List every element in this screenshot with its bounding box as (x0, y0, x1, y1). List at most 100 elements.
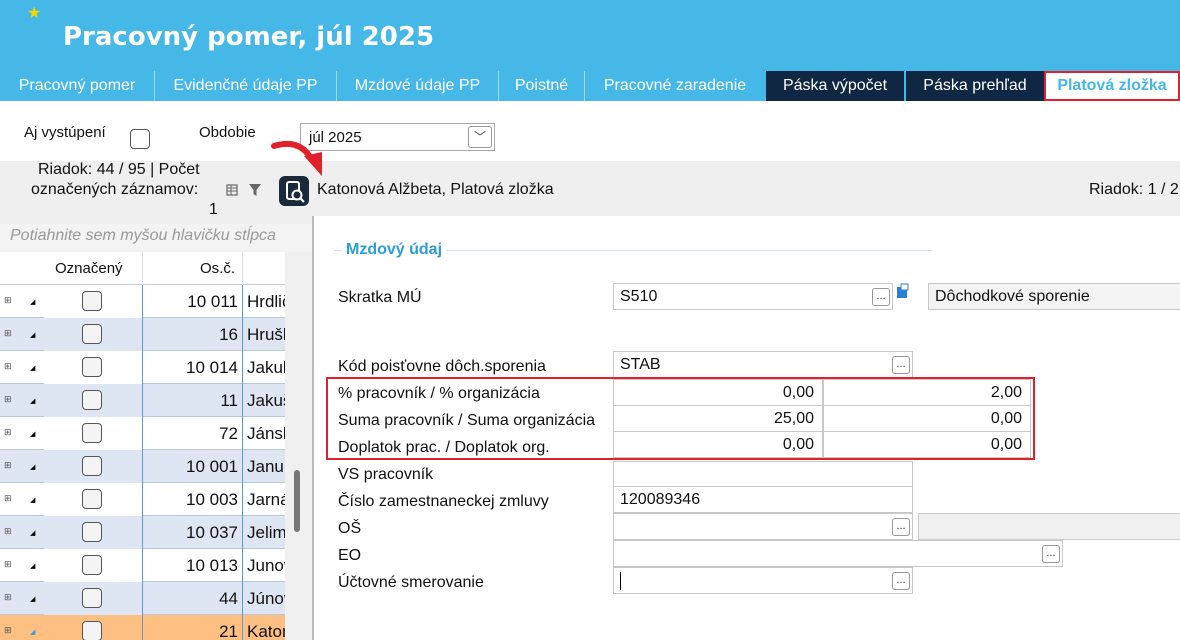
expand-icon[interactable]: ⊞ (4, 296, 14, 306)
row-indicator-icon: ◢ (30, 398, 36, 405)
eo-input[interactable] (613, 540, 1063, 567)
grid-scrollbar[interactable] (285, 252, 312, 640)
skratka-lookup-button[interactable]: ... (872, 288, 890, 306)
tab-poistne[interactable]: Poistné (499, 71, 585, 101)
row-osc: 44 (219, 589, 238, 608)
row-osc: 10 014 (186, 358, 238, 377)
detail-header: Katonová Alžbeta, Platová zložka Riadok:… (312, 161, 1180, 216)
aj-vystupeni-checkbox[interactable] (130, 129, 150, 149)
row-indicator-icon: ◢ (30, 299, 36, 306)
row-checkbox[interactable] (82, 489, 102, 509)
eo-lookup-button[interactable]: ... (1042, 545, 1060, 563)
row-checkbox[interactable] (82, 588, 102, 608)
row-osc: 10 013 (186, 556, 238, 575)
expand-icon[interactable]: ⊞ (4, 527, 14, 537)
row-indicator-icon: ◢ (30, 596, 36, 603)
expand-icon[interactable]: ⊞ (4, 626, 14, 636)
header-divider (142, 252, 143, 285)
tab-paska-vypocet[interactable]: Páska výpočet (766, 71, 905, 101)
vs-pracovnik-input[interactable] (613, 461, 913, 488)
aj-vystupeni-label: Aj vystúpení (24, 124, 106, 141)
row-checkbox[interactable] (82, 456, 102, 476)
eo-label: EO (338, 547, 362, 564)
header-divider (242, 252, 243, 285)
chevron-down-icon[interactable]: ﹀ (468, 126, 492, 148)
os-input[interactable] (613, 513, 913, 540)
row-indicator-icon: ◢ (30, 332, 36, 339)
annotation-arrow-icon (271, 140, 322, 176)
cislo-zmluvy-label: Číslo zamestnaneckej zmluvy (338, 493, 549, 510)
row-osc: 10 011 (187, 292, 238, 311)
filter-icon[interactable] (248, 182, 262, 198)
row-checkbox[interactable] (82, 357, 102, 377)
skratka-label: Skratka MÚ (338, 289, 422, 306)
detail-row-info: Riadok: 1 / 2 (1089, 181, 1179, 198)
favorite-star-icon[interactable]: ★ (27, 6, 41, 22)
uctovne-smerovanie-lookup-button[interactable]: ... (892, 572, 910, 590)
tab-pracovne-zaradenie[interactable]: Pracovné zaradenie (585, 71, 765, 101)
open-detail-icon[interactable] (895, 283, 909, 299)
row-osc: 10 037 (186, 523, 238, 542)
os-label: OŠ (338, 520, 362, 537)
expand-icon[interactable]: ⊞ (4, 593, 14, 603)
kod-poistovne-label: Kód poisťovne dôch.sporenia (338, 358, 546, 375)
vs-pracovnik-label: VS pracovník (338, 466, 434, 483)
row-checkbox[interactable] (82, 390, 102, 410)
kod-poistovne-input[interactable]: STAB (613, 351, 913, 378)
row-indicator-icon: ◢ (30, 365, 36, 372)
tab-platova-zlozka[interactable]: Platová zložka (1044, 71, 1180, 101)
expand-icon[interactable]: ⊞ (4, 461, 14, 471)
expand-icon[interactable]: ⊞ (4, 428, 14, 438)
row-checkbox[interactable] (82, 555, 102, 575)
cislo-zmluvy-input[interactable]: 120089346 (613, 486, 913, 513)
row-checkbox[interactable] (82, 621, 102, 640)
row-osc: 72 (219, 424, 238, 443)
grid-scrollbar-thumb[interactable] (294, 470, 300, 532)
expand-icon[interactable]: ⊞ (4, 395, 14, 405)
row-name: Janura (247, 457, 285, 476)
row-checkbox[interactable] (82, 522, 102, 542)
row-name: Hrdlička (247, 292, 285, 311)
grid-row-info: Riadok: 44 / 95 | Počet (38, 161, 200, 178)
expand-icon[interactable]: ⊞ (4, 329, 14, 339)
skratka-input[interactable]: S510 (613, 283, 893, 310)
expand-icon[interactable]: ⊞ (4, 362, 14, 372)
expand-icon[interactable]: ⊞ (4, 560, 14, 570)
highlight-box (326, 377, 1035, 460)
app-window: ★ Pracovný pomer, júl 2025 Pracovný pome… (0, 0, 1180, 640)
col-header-oznaceny[interactable]: Označený (55, 260, 123, 277)
row-name: Jánsky (247, 424, 285, 443)
row-checkbox[interactable] (82, 423, 102, 443)
grid-settings-icon[interactable] (226, 183, 240, 197)
row-indicator-icon: ◢ (30, 530, 36, 537)
expand-icon[interactable]: ⊞ (4, 494, 14, 504)
row-name: Katonová (247, 622, 285, 640)
row-osc: 11 (220, 391, 238, 410)
grid-column-divider (142, 285, 143, 640)
row-checkbox[interactable] (82, 324, 102, 344)
tab-paska-prehlad[interactable]: Páska prehľad (906, 71, 1044, 101)
group-drag-hint[interactable]: Potiahnite sem myšou hlavičku stĺpca (0, 224, 312, 252)
uctovne-smerovanie-input[interactable] (613, 567, 913, 594)
row-osc: 10 001 (186, 457, 238, 476)
page-title: Pracovný pomer, júl 2025 (63, 22, 435, 52)
grid-marked-count: 1 (209, 201, 218, 218)
tab-evidencne-udaje[interactable]: Evidenčné údaje PP (155, 71, 337, 101)
tab-pracovny-pomer[interactable]: Pracovný pomer (0, 71, 155, 101)
obdobie-label: Obdobie (199, 124, 256, 141)
kod-poistovne-lookup-button[interactable]: ... (892, 356, 910, 374)
row-indicator-icon: ◢ (30, 629, 36, 636)
row-osc: 10 003 (186, 490, 238, 509)
row-checkbox[interactable] (82, 291, 102, 311)
grid-column-divider (242, 285, 243, 640)
uctovne-smerovanie-label: Účtovné smerovanie (338, 574, 484, 591)
col-header-osc[interactable]: Os.č. (200, 260, 235, 277)
grid-marked-count-label: označených záznamov: (31, 181, 199, 198)
grid-info-panel: Riadok: 44 / 95 | Počet označených zázna… (0, 161, 312, 224)
row-osc: 16 (219, 325, 238, 344)
row-osc: 21 (219, 622, 238, 640)
tab-mzdove-udaje[interactable]: Mzdové údaje PP (337, 71, 499, 101)
row-indicator-icon: ◢ (30, 431, 36, 438)
text-cursor (620, 571, 621, 590)
os-lookup-button[interactable]: ... (892, 518, 910, 536)
